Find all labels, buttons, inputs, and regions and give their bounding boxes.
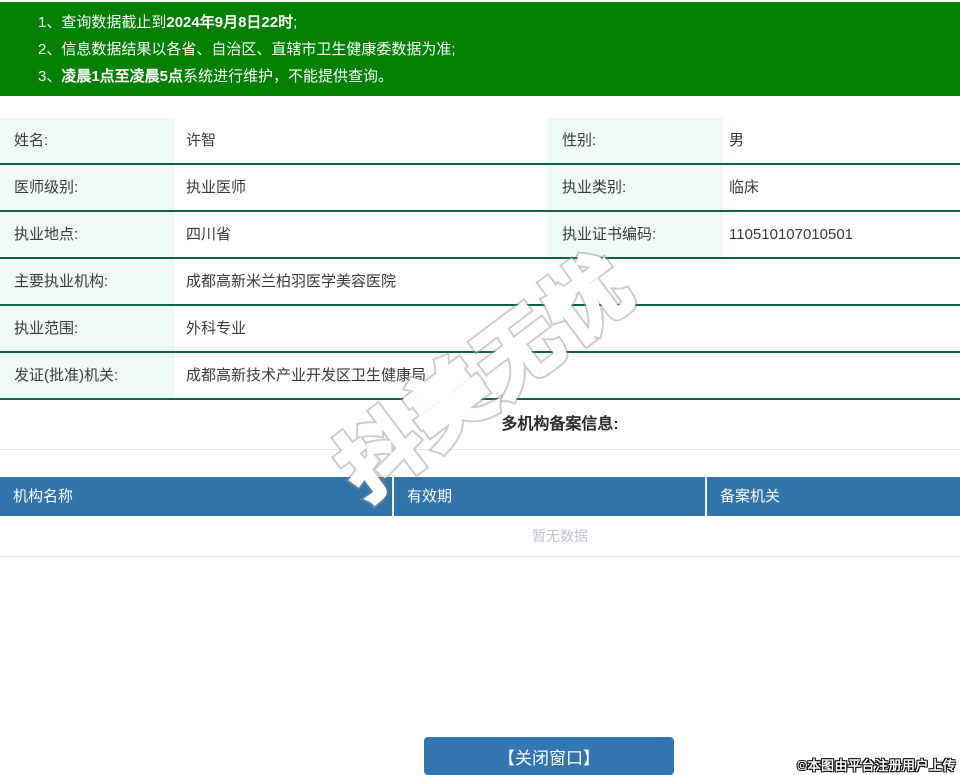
- issuing-authority-label: 发证(批准)机关:: [0, 353, 175, 398]
- filing-table-empty-row: 暂无数据: [0, 516, 960, 557]
- close-window-button[interactable]: 【关闭窗口】: [424, 737, 674, 775]
- column-header-validity-period: 有效期: [392, 477, 705, 516]
- table-row-level-category: 医师级别: 执业医师 执业类别: 临床: [0, 165, 960, 212]
- column-header-institution-name: 机构名称: [13, 488, 74, 505]
- table-row-main-institution: 主要执业机构: 成都高新米兰柏羽医学美容医院: [0, 259, 960, 306]
- location-label: 执业地点:: [0, 212, 175, 257]
- notice-line-1: 1、查询数据截止到2024年9月8日22时;: [38, 14, 298, 31]
- level-value: 执业医师: [186, 179, 247, 196]
- gender-label: 性别:: [548, 118, 723, 163]
- practice-scope-value: 外科专业: [186, 320, 247, 337]
- upload-credit-text: ©本图由平台注册用户上传: [797, 758, 956, 773]
- table-row-issuing-authority: 发证(批准)机关: 成都高新技术产业开发区卫生健康局: [0, 353, 960, 400]
- notice-line-2: 2、信息数据结果以各省、自治区、直辖市卫生健康委数据为准;: [38, 41, 456, 58]
- category-label: 执业类别:: [548, 165, 723, 210]
- level-label: 医师级别:: [0, 165, 175, 210]
- cert-no-label: 执业证书编码:: [548, 212, 723, 257]
- issuing-authority-value: 成都高新技术产业开发区卫生健康局: [186, 367, 427, 384]
- notice-line-3: 3、凌晨1点至凌晨5点系统进行维护，不能提供查询。: [38, 68, 394, 85]
- cert-no-value: 110510107010501: [729, 226, 854, 243]
- name-value: 许智: [186, 132, 217, 149]
- gender-value: 男: [729, 132, 745, 149]
- main-institution-value: 成都高新米兰柏羽医学美容医院: [186, 273, 397, 290]
- column-header-filing-authority: 备案机关: [705, 477, 960, 516]
- filing-table-header-row: 机构名称 有效期 备案机关: [0, 477, 960, 516]
- category-value: 临床: [729, 179, 760, 196]
- filing-section: 多机构备案信息: 机构名称 有效期 备案机关 暂无数据: [0, 400, 960, 557]
- table-row-practice-scope: 执业范围: 外科专业: [0, 306, 960, 353]
- main-institution-label: 主要执业机构:: [0, 259, 175, 304]
- no-data-text: 暂无数据: [532, 528, 588, 544]
- table-row-name-gender: 姓名: 许智 性别: 男: [0, 118, 960, 165]
- practitioner-info-table: 姓名: 许智 性别: 男 医师级别: 执业医师 执业类别: 临床 执业地点: 四…: [0, 118, 960, 400]
- table-row-location-certno: 执业地点: 四川省 执业证书编码: 110510107010501: [0, 212, 960, 259]
- filing-section-title: 多机构备案信息:: [0, 400, 960, 450]
- location-value: 四川省: [186, 226, 232, 243]
- notice-banner: 1、查询数据截止到2024年9月8日22时; 2、信息数据结果以各省、自治区、直…: [0, 2, 960, 96]
- practice-scope-label: 执业范围:: [0, 306, 175, 351]
- name-label: 姓名:: [0, 118, 175, 163]
